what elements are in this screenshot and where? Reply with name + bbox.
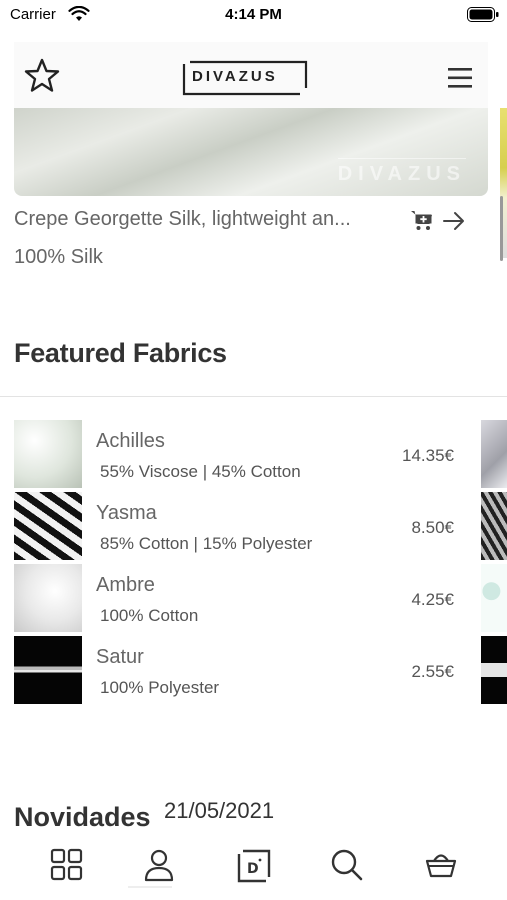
next-column-peek[interactable] — [481, 420, 507, 488]
search-icon — [331, 849, 363, 881]
hamburger-icon[interactable] — [446, 66, 474, 90]
product-thumbnail[interactable] — [14, 636, 82, 704]
battery-icon — [467, 7, 499, 22]
product-composition: 85% Cotton | 15% Polyester — [100, 534, 313, 553]
product-name: Achilles — [96, 430, 165, 452]
next-column-peek[interactable] — [481, 636, 507, 704]
section-divider — [0, 396, 507, 397]
product-price: 2.55€ — [411, 662, 454, 681]
user-icon — [144, 849, 174, 882]
tab-account[interactable] — [134, 842, 184, 892]
product-composition: 55% Viscose | 45% Cotton — [100, 462, 301, 481]
tab-basket[interactable] — [416, 842, 466, 892]
cart-add-icon[interactable] — [410, 208, 434, 232]
basket-icon — [425, 854, 457, 878]
tab-search[interactable] — [322, 842, 372, 892]
divazus-logo[interactable]: DIVAZUS — [182, 60, 308, 96]
tab-categories[interactable] — [42, 842, 92, 892]
next-column-peek[interactable] — [481, 492, 507, 560]
product-name: Yasma — [96, 502, 157, 524]
product-row[interactable]: Ambre 100% Cotton 4.25€ — [14, 564, 507, 632]
product-name: Satur — [96, 646, 144, 668]
status-bar: Carrier 4:14 PM — [0, 0, 507, 32]
product-composition: 100% Cotton — [100, 606, 199, 625]
product-price: 4.25€ — [411, 590, 454, 609]
active-tab-indicator — [128, 886, 172, 888]
product-price: 8.50€ — [411, 518, 454, 537]
featured-section-title: Featured Fabrics — [14, 338, 227, 368]
bottom-tab-bar: D — [0, 834, 507, 900]
product-row[interactable]: Yasma 85% Cotton | 15% Polyester 8.50€ — [14, 492, 507, 560]
hero-product-title[interactable]: Crepe Georgette Silk, lightweight an... — [14, 208, 404, 231]
product-thumbnail[interactable] — [14, 564, 82, 632]
next-column-peek[interactable] — [481, 564, 507, 632]
status-time: 4:14 PM — [225, 6, 282, 23]
hero-watermark: DIVAZUS — [337, 158, 466, 186]
carousel-scroll-indicator — [500, 196, 503, 261]
product-price: 14.35€ — [402, 446, 454, 465]
product-row[interactable]: Achilles 55% Viscose | 45% Cotton 14.35€ — [14, 420, 507, 488]
novidades-date: 21/05/2021 — [164, 798, 275, 823]
tab-home[interactable]: D — [228, 842, 278, 892]
star-icon[interactable] — [22, 56, 62, 96]
arrow-right-icon[interactable] — [442, 210, 466, 232]
product-composition: 100% Polyester — [100, 678, 220, 697]
app-header: DIVAZUS — [14, 42, 488, 108]
product-name: Ambre — [96, 574, 155, 596]
divazus-logo-icon: D — [237, 849, 271, 883]
grid-icon — [50, 848, 83, 881]
hero-fabric-image[interactable]: DIVAZUS — [14, 108, 488, 196]
product-thumbnail[interactable] — [14, 492, 82, 560]
novidades-section-title: Novidades — [14, 802, 151, 832]
svg-text:D: D — [247, 861, 259, 877]
logo-text: DIVAZUS — [192, 68, 278, 85]
product-row[interactable]: Satur 100% Polyester 2.55€ — [14, 636, 507, 704]
product-thumbnail[interactable] — [14, 420, 82, 488]
hero-product-composition: 100% Silk — [14, 246, 103, 268]
